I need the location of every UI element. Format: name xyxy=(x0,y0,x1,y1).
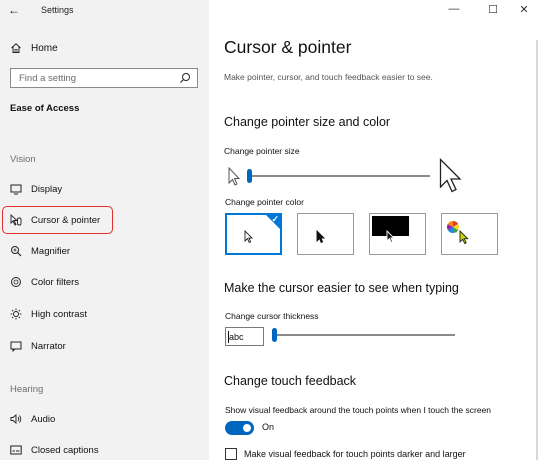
cursor-thickness-label: Change cursor thickness xyxy=(225,311,319,321)
group-label-vision: Vision xyxy=(10,154,36,165)
white-pointer-icon xyxy=(244,230,254,244)
app-title: Settings xyxy=(41,5,74,15)
sidebar-item-narrator[interactable]: Narrator xyxy=(10,338,190,354)
sidebar-item-label: Display xyxy=(31,183,63,195)
cursor-thickness-preview: abc xyxy=(225,327,264,346)
sidebar-item-audio[interactable]: Audio xyxy=(10,411,190,427)
touch-section-heading: Change touch feedback xyxy=(224,374,357,388)
touch-feedback-label: Show visual feedback around the touch po… xyxy=(225,405,492,415)
search-icon[interactable] xyxy=(179,72,191,84)
pointer-color-white-option[interactable]: ✓ xyxy=(225,213,282,255)
title-bar: ← Settings xyxy=(0,0,209,20)
color-wheel-icon xyxy=(446,221,460,233)
custom-pointer-icon xyxy=(459,230,469,245)
home-label: Home xyxy=(31,42,58,54)
checkmark-icon: ✓ xyxy=(271,214,279,224)
sidebar-item-color-filters[interactable]: Color filters xyxy=(10,274,190,290)
sidebar-item-high-contrast[interactable]: High contrast xyxy=(10,306,190,322)
cursor-thickness-slider[interactable] xyxy=(272,328,277,342)
selection-highlight xyxy=(2,206,113,234)
narrator-icon xyxy=(10,340,22,352)
home-nav-item[interactable]: Home xyxy=(10,41,58,55)
back-button[interactable]: ← xyxy=(8,3,24,17)
search-input[interactable]: Find a setting xyxy=(10,68,198,88)
pointer-size-slider[interactable] xyxy=(247,169,252,183)
pointer-color-label: Change pointer color xyxy=(225,197,304,207)
toggle-knob xyxy=(243,424,251,432)
high-contrast-icon xyxy=(10,308,22,320)
closed-captions-icon xyxy=(10,444,22,456)
pointer-size-label: Change pointer size xyxy=(224,146,300,156)
section-title: Ease of Access xyxy=(10,103,80,114)
darker-feedback-label[interactable]: Make visual feedback for touch points da… xyxy=(244,449,466,459)
pointer-section-heading: Change pointer size and color xyxy=(224,115,391,129)
sidebar-item-label: Magnifier xyxy=(31,245,71,257)
page-subtitle: Make pointer, cursor, and touch feedback… xyxy=(224,72,433,82)
sidebar-item-label: Narrator xyxy=(31,340,66,352)
sidebar-item-label: Closed captions xyxy=(31,444,99,456)
touch-feedback-toggle[interactable] xyxy=(225,421,254,435)
sidebar: ← Settings Home Find a setting Ease of A… xyxy=(0,0,209,460)
toggle-state-label: On xyxy=(262,422,275,432)
search-placeholder: Find a setting xyxy=(19,73,77,84)
audio-icon xyxy=(10,413,22,425)
page-title: Cursor & pointer xyxy=(224,37,352,57)
home-icon xyxy=(11,43,21,53)
pointer-color-custom-option[interactable] xyxy=(441,213,498,255)
group-label-hearing: Hearing xyxy=(10,384,44,395)
large-pointer-icon xyxy=(439,158,462,193)
darker-feedback-checkbox[interactable] xyxy=(225,448,237,460)
sidebar-item-closed-captions[interactable]: Closed captions xyxy=(10,442,190,458)
cursor-thickness-track[interactable] xyxy=(275,334,455,336)
black-pointer-icon xyxy=(316,230,326,244)
pointer-color-inverted-option[interactable] xyxy=(369,213,426,255)
sidebar-item-label: Color filters xyxy=(31,276,80,288)
display-icon xyxy=(10,183,22,195)
sidebar-item-display[interactable]: Display xyxy=(10,181,190,197)
pointer-size-track[interactable] xyxy=(250,175,430,177)
pointer-color-black-option[interactable] xyxy=(297,213,354,255)
color-filters-icon xyxy=(10,276,22,288)
sidebar-item-label: Audio xyxy=(31,413,56,425)
cursor-preview-text: abc xyxy=(229,332,244,342)
sidebar-item-magnifier[interactable]: Magnifier xyxy=(10,243,190,259)
small-pointer-icon xyxy=(228,167,241,186)
sidebar-item-label: High contrast xyxy=(31,308,87,320)
inverted-pointer-icon xyxy=(386,230,396,244)
cursor-section-heading: Make the cursor easier to see when typin… xyxy=(224,281,459,295)
magnifier-icon xyxy=(10,245,22,257)
